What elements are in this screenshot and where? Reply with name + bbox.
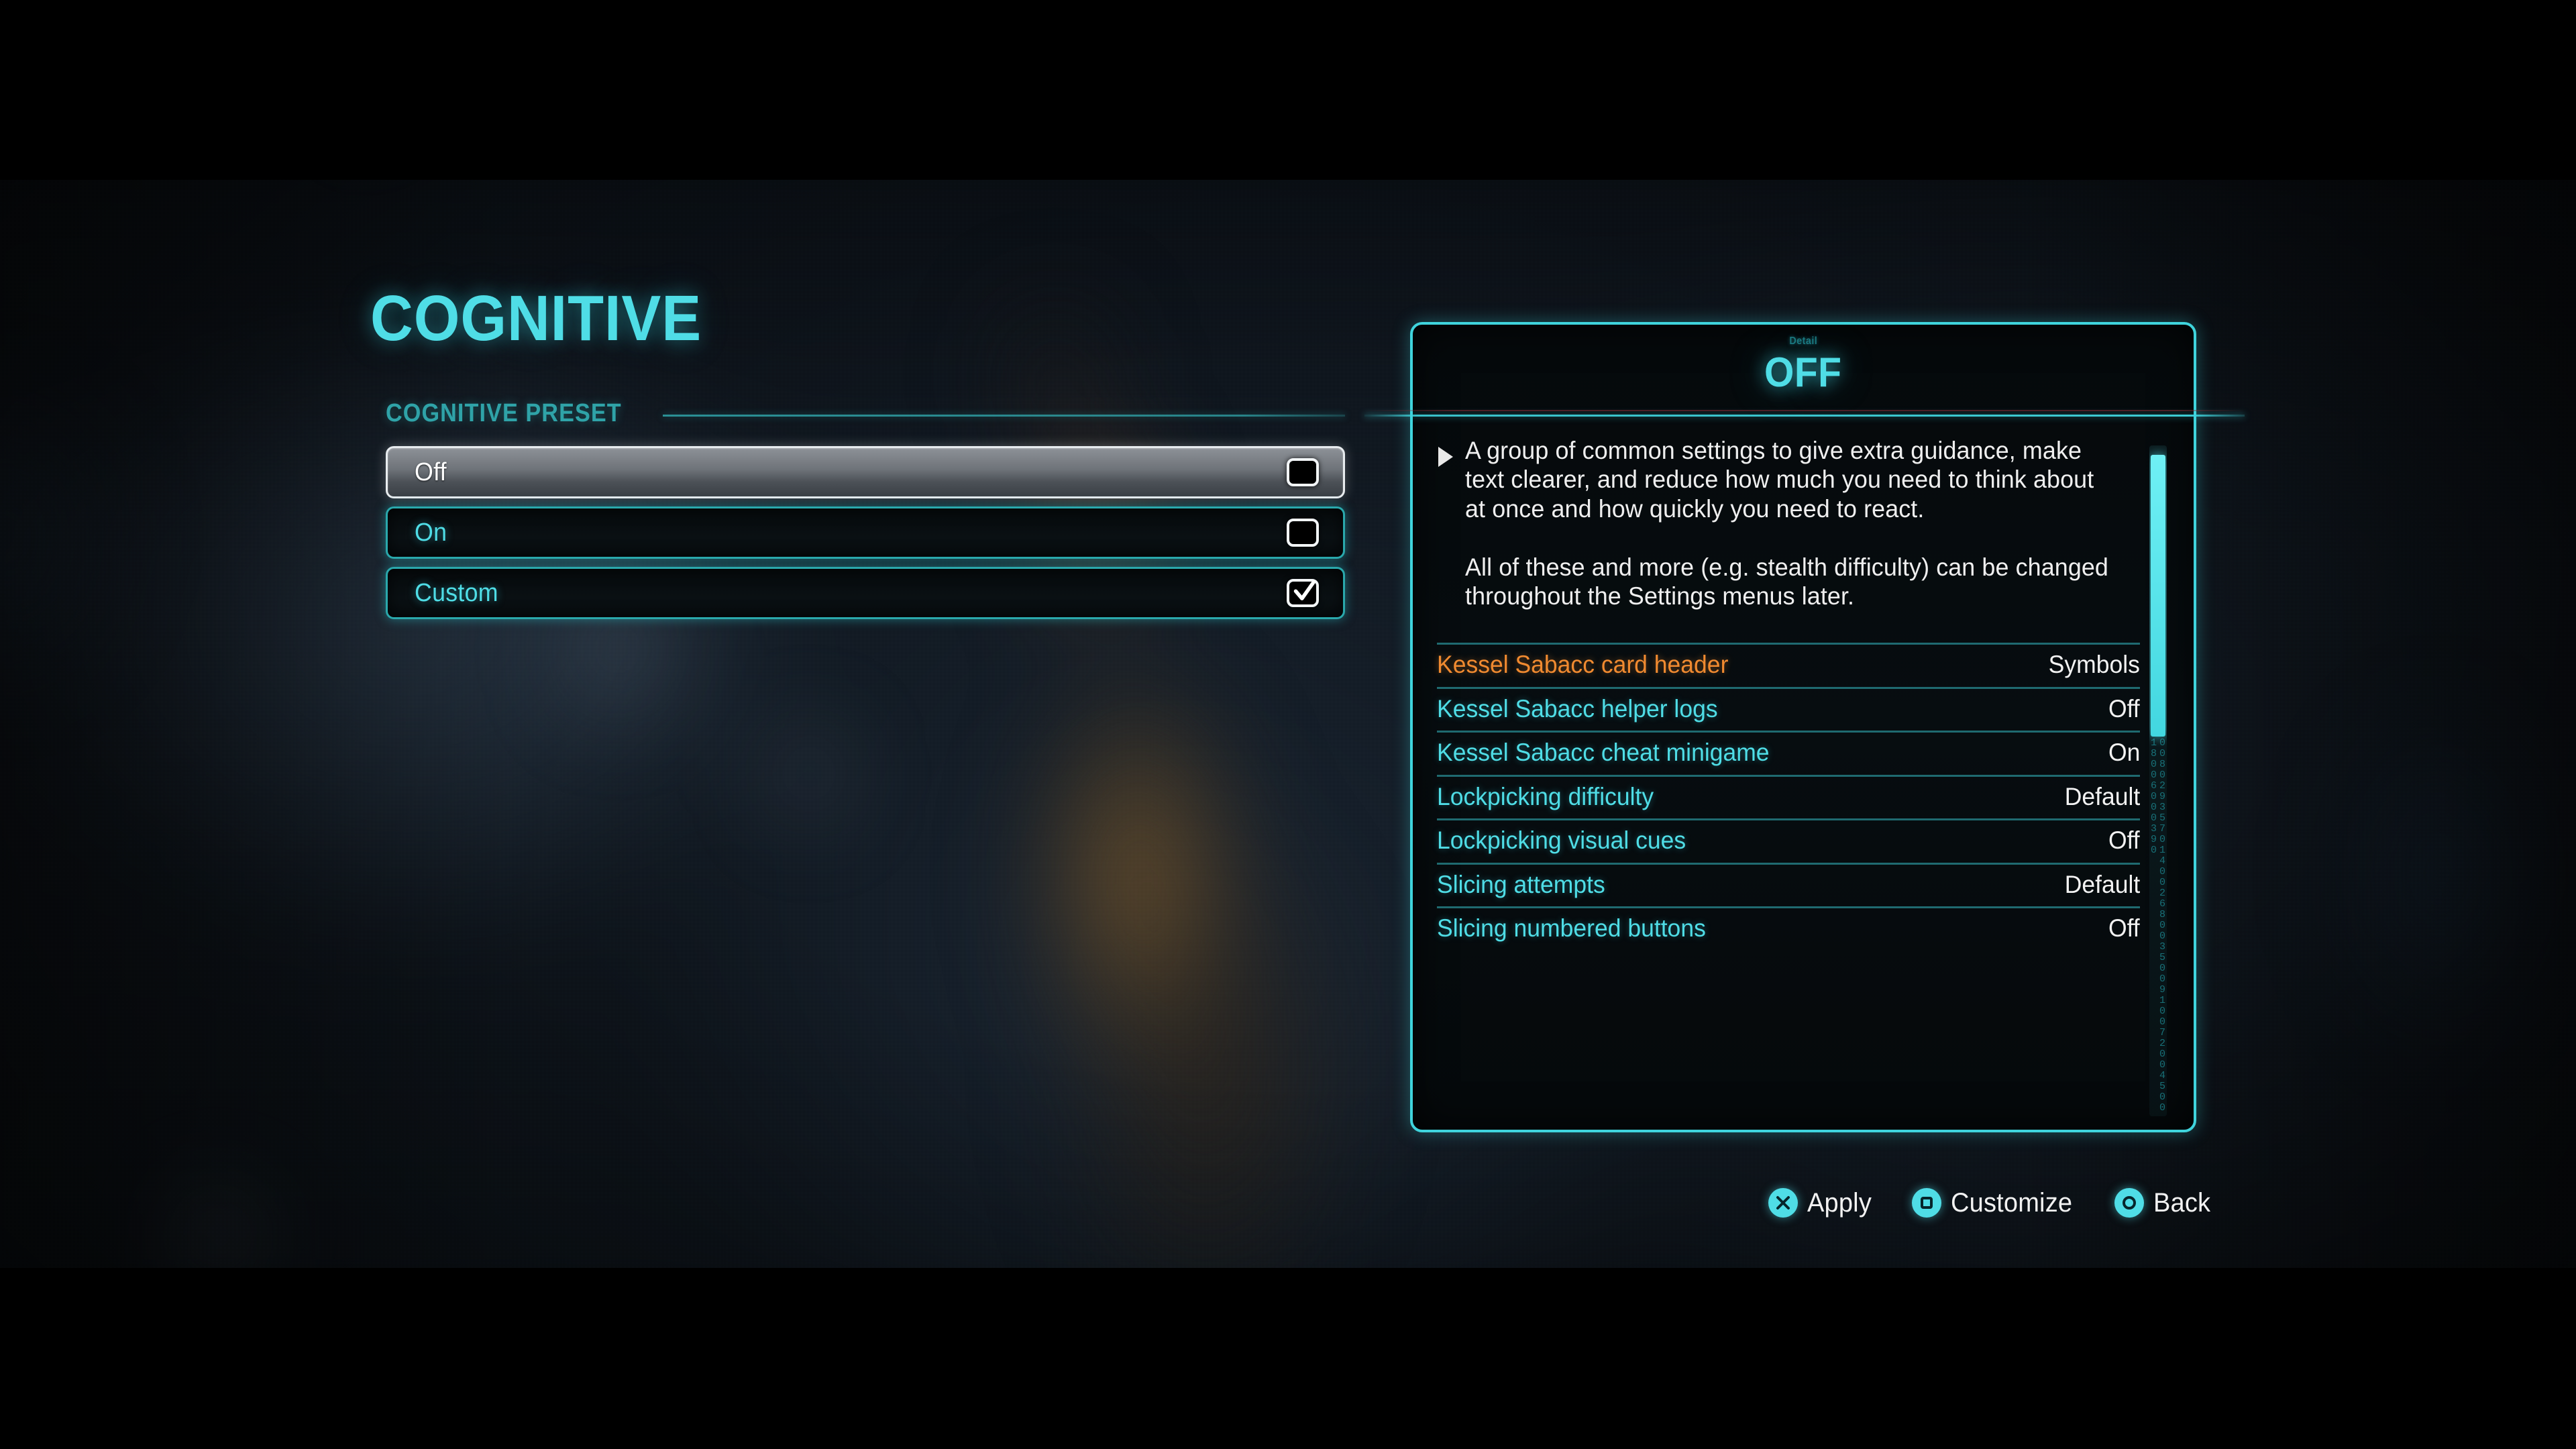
letterbox-top-bar [0, 0, 2576, 180]
setting-value: Off [2108, 914, 2140, 943]
setting-row: Slicing numbered buttons Off [1437, 906, 2140, 950]
preset-section-label: COGNITIVE PRESET [386, 399, 622, 427]
prompt-label: Customize [1950, 1187, 2072, 1218]
checkbox-checked-icon[interactable] [1287, 579, 1319, 607]
letterbox-bottom-bar [0, 1268, 2576, 1449]
affected-settings-list: Kessel Sabacc card header Symbols Kessel S… [1437, 643, 2168, 950]
setting-value: Default [2064, 782, 2140, 810]
setting-name: Lockpicking difficulty [1437, 782, 1654, 810]
description-paragraph: A group of common settings to give extra… [1465, 437, 2094, 523]
setting-value: Off [2108, 694, 2140, 722]
preset-option-off[interactable]: Off [386, 446, 1345, 498]
detail-panel: Detail OFF A group of common settings to… [1364, 322, 2245, 1132]
prompt-apply[interactable]: Apply [1768, 1188, 1875, 1218]
square-button-icon[interactable] [1911, 1188, 1941, 1218]
setting-name: Lockpicking visual cues [1437, 826, 1686, 855]
setting-row: Lockpicking visual cues Off [1437, 818, 2140, 862]
detail-panel-header: Detail OFF [1413, 325, 2194, 419]
checkbox-unchecked-icon[interactable] [1287, 458, 1319, 486]
setting-name: Kessel Sabacc helper logs [1437, 694, 1718, 722]
preset-option-on[interactable]: On [386, 506, 1345, 559]
scrollbar-thumb[interactable] [2151, 455, 2165, 737]
setting-row: Slicing attempts Default [1437, 862, 2140, 906]
prompt-back[interactable]: Back [2114, 1188, 2214, 1218]
setting-row: Lockpicking difficulty Default [1437, 774, 2140, 818]
button-prompt-bar: Apply Customize Back [1717, 1179, 2214, 1226]
preset-option-custom[interactable]: Custom [386, 567, 1345, 619]
checkbox-unchecked-icon[interactable] [1287, 519, 1319, 547]
setting-name: Slicing attempts [1437, 870, 1605, 898]
cognitive-preset-list[interactable]: Off On Custom [386, 446, 1345, 627]
preset-option-label: On [415, 518, 447, 547]
description-paragraphs: A group of common settings to give extra… [1465, 436, 2140, 610]
prompt-label: Apply [1807, 1187, 1872, 1218]
page-title: COGNITIVE [370, 282, 702, 354]
detail-panel-scrollbar[interactable]: 0080293570140026800350091007200450018006… [2149, 445, 2167, 1116]
description-block: A group of common settings to give extra… [1437, 436, 2168, 610]
section-divider-rule [662, 414, 1345, 417]
detail-panel-title: OFF [1764, 350, 1842, 396]
setting-name: Slicing numbered buttons [1437, 914, 1706, 943]
setting-row: Kessel Sabacc cheat minigame On [1437, 731, 2140, 774]
setting-name: Kessel Sabacc cheat minigame [1437, 739, 1770, 767]
preset-option-label: Off [415, 458, 447, 486]
setting-value: Symbols [2048, 651, 2140, 679]
triangle-right-icon [1437, 445, 1454, 610]
detail-header-underline-red [1364, 410, 2245, 411]
setting-name: Kessel Sabacc card header [1437, 651, 1729, 679]
circle-button-icon[interactable] [2114, 1188, 2145, 1218]
detail-header-divider [1364, 415, 2245, 417]
cross-button-icon[interactable] [1768, 1188, 1799, 1218]
preset-option-label: Custom [415, 578, 498, 607]
setting-value: On [2108, 739, 2140, 767]
setting-row: Kessel Sabacc helper logs Off [1437, 686, 2140, 731]
preset-section-header: COGNITIVE PRESET [386, 399, 1345, 428]
detail-panel-body: A group of common settings to give extra… [1413, 420, 2199, 1131]
setting-row: Kessel Sabacc card header Symbols [1437, 643, 2140, 686]
setting-value: Default [2064, 870, 2140, 898]
prompt-customize[interactable]: Customize [1911, 1187, 2079, 1218]
detail-kicker-label: Detail [1789, 335, 1817, 347]
prompt-label: Back [2153, 1187, 2211, 1218]
description-paragraph: All of these and more (e.g. stealth diff… [1465, 553, 2108, 610]
setting-value: Off [2108, 826, 2140, 855]
settings-content-layer: COGNITIVE COGNITIVE PRESET Off On Custom D… [0, 0, 2576, 1449]
game-settings-screen: COGNITIVE COGNITIVE PRESET Off On Custom D… [0, 0, 2576, 1449]
